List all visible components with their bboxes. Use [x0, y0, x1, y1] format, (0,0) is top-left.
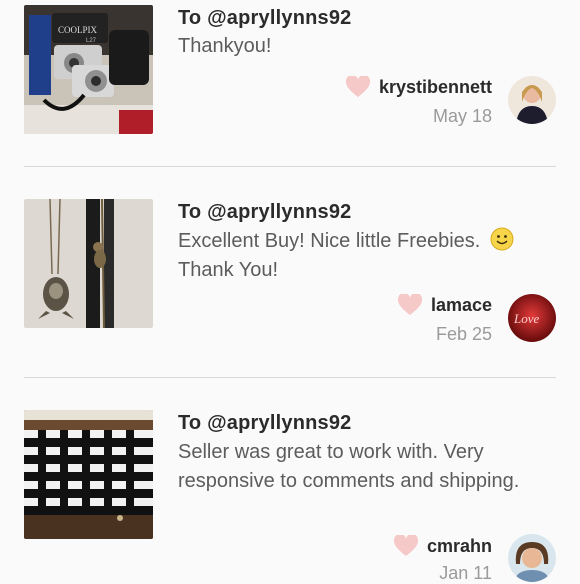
review-card: To @apryllynns92 Excellent Buy! Nice lit… — [0, 167, 580, 377]
review-date: May 18 — [432, 106, 492, 126]
avatar[interactable] — [508, 534, 556, 582]
smiley-icon — [490, 227, 514, 251]
reviewer-username[interactable]: lamace — [431, 295, 492, 316]
recipient-label: To @apryllynns92 — [178, 201, 352, 223]
review-card: COOLPIX L27 To @apryllynns92 Thankyou! k… — [0, 0, 580, 166]
review-meta: cmrahn Jan 11 — [393, 535, 492, 584]
review-date: Feb 25 — [435, 324, 492, 344]
heart-icon[interactable] — [397, 294, 423, 316]
review-date: Jan 11 — [439, 563, 492, 583]
user-avatar — [508, 76, 556, 124]
necklace-photo — [24, 199, 153, 328]
camera-model-text: L27 — [86, 38, 97, 44]
recipient-label: To @apryllynns92 — [178, 412, 352, 434]
avatar[interactable] — [508, 76, 556, 124]
review-message: Seller was great to work with. Very resp… — [178, 441, 520, 492]
review-message-line: Excellent Buy! Nice little Freebies. — [178, 230, 481, 252]
listing-thumbnail[interactable] — [24, 199, 153, 328]
reviewer-username[interactable]: krystibennett — [379, 77, 492, 98]
review-message: Thankyou! — [178, 35, 272, 57]
review-meta: lamace Feb 25 — [397, 294, 492, 345]
listing-thumbnail[interactable]: COOLPIX L27 — [24, 5, 153, 134]
avatar[interactable]: Love — [508, 294, 556, 342]
review-message: Excellent Buy! Nice little Freebies. Tha… — [178, 227, 568, 285]
heart-icon[interactable] — [393, 535, 419, 557]
user-avatar — [508, 534, 556, 582]
review-message-line: Thank You! — [178, 259, 279, 281]
recipient-label: To @apryllynns92 — [178, 7, 352, 29]
listing-thumbnail[interactable] — [24, 410, 153, 539]
heart-icon[interactable] — [345, 76, 371, 98]
striped-dress-photo — [24, 410, 153, 539]
review-meta: krystibennett May 18 — [345, 76, 492, 127]
love-avatar: Love — [508, 294, 556, 342]
review-card: To @apryllynns92 Seller was great to wor… — [0, 378, 580, 583]
reviewer-username[interactable]: cmrahn — [427, 536, 492, 557]
camera-brand-text: COOLPIX — [58, 25, 98, 35]
avatar-love-text: Love — [513, 311, 540, 326]
camera-photo: COOLPIX L27 — [24, 5, 153, 134]
